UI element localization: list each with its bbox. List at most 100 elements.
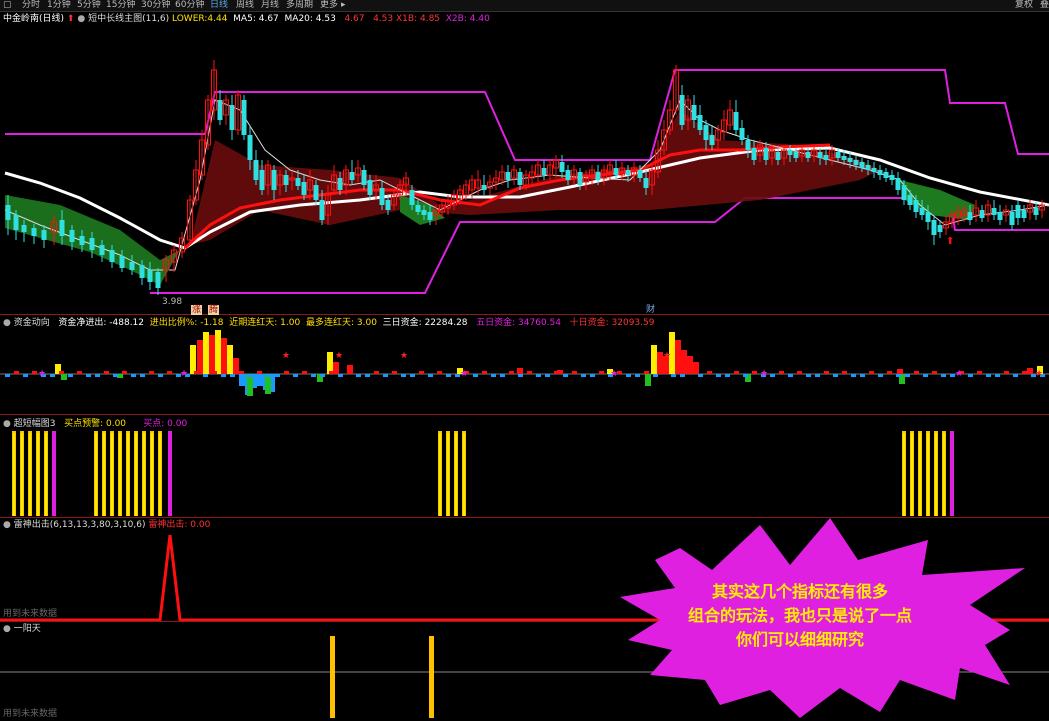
star-icon: ★ <box>38 369 46 379</box>
candle-body-down <box>283 175 289 185</box>
fund-bar-small <box>977 371 982 374</box>
fund-bar <box>239 374 245 386</box>
buy-arrow-icon: ⬆ <box>946 236 954 247</box>
fund-bar <box>681 350 687 374</box>
candle-body-down <box>361 170 367 185</box>
settings-dot-icon[interactable]: ● <box>3 624 11 634</box>
fund-bar-small <box>1013 374 1018 377</box>
callout-line-1: 其实这几个指标还有很多 <box>711 582 888 601</box>
oversold-panel-title[interactable]: 超短幅图3 <box>14 419 56 429</box>
fund-bar <box>517 368 523 374</box>
candle-body-down <box>919 208 925 215</box>
candle-body-down <box>129 262 135 270</box>
three-day-label: 三日资金: <box>382 318 422 328</box>
candle-body-down <box>349 172 355 180</box>
fund-bar-small <box>257 371 262 374</box>
fund-bar-small <box>446 374 451 377</box>
fund-bar-small <box>302 371 307 374</box>
candle-body-down <box>541 168 547 175</box>
fund-panel-title[interactable]: 资金动向 <box>14 318 50 328</box>
signal-bar-inner <box>37 433 39 516</box>
fund-bar-small <box>1004 371 1009 374</box>
candle-body-down <box>21 225 27 232</box>
candle-body-down <box>883 172 889 178</box>
candle-body-down <box>119 256 125 268</box>
fund-bar <box>190 345 196 374</box>
separator-fund <box>0 414 1049 415</box>
candle-body-down <box>613 168 619 175</box>
candle-body-down <box>877 170 883 175</box>
fund-bar-small <box>779 371 784 374</box>
fund-bar-small <box>1022 371 1027 374</box>
star-icon: ★ <box>760 369 768 379</box>
signal-bar-inner <box>159 433 161 516</box>
settings-dot-icon[interactable]: ● <box>3 520 11 530</box>
fund-bar-small <box>194 371 199 374</box>
candle-body-down <box>751 148 757 160</box>
fund-bar-small <box>284 371 289 374</box>
yang-panel-title[interactable]: 一阳天 <box>14 624 41 634</box>
ratio-label: 进出比例%: <box>149 318 198 328</box>
candle-body-down <box>427 212 433 220</box>
candle-body-down <box>565 170 571 180</box>
candle-body-down <box>763 148 769 160</box>
fund-bar-small <box>500 374 505 377</box>
main-chart-layer: ⬆ <box>4 60 1049 295</box>
star-icon: ★ <box>335 351 343 361</box>
star-icon: ★ <box>1035 369 1043 379</box>
candle-body-down <box>1021 210 1027 218</box>
fund-bar-small <box>212 371 217 374</box>
fund-bar <box>227 345 233 374</box>
candle-body-down <box>691 105 697 120</box>
fund-bar-small <box>383 374 388 377</box>
fund-bar <box>221 338 227 374</box>
fund-bar-small <box>401 374 406 377</box>
fund-bar-small <box>410 374 415 377</box>
candle-body-down <box>835 152 841 158</box>
fund-bar <box>327 352 333 374</box>
fund-bar-small <box>248 374 253 377</box>
star-icon: ★ <box>663 351 671 361</box>
signal-bar-inner <box>447 433 449 516</box>
candle-body-down <box>59 220 65 236</box>
fund-bar-small <box>140 374 145 377</box>
candle-body-down <box>31 228 37 236</box>
fund-bar-small <box>68 374 73 377</box>
signal-bar <box>52 431 56 516</box>
fund-bar-small <box>968 374 973 377</box>
signal-bar-inner <box>455 433 457 516</box>
fund-bar-small <box>149 371 154 374</box>
star-icon: ★ <box>460 369 468 379</box>
fund-bar-small <box>473 374 478 377</box>
signal-bar-inner <box>135 433 137 516</box>
fund-bar-small <box>95 374 100 377</box>
recent-red-label: 近期连红天: <box>229 318 278 328</box>
fund-bar-small <box>716 374 721 377</box>
fund-bar-small <box>671 374 676 377</box>
fund-bar <box>897 369 903 374</box>
fund-bar-small <box>914 371 919 374</box>
fund-bar-small <box>239 371 244 374</box>
event-marker-3[interactable]: 财 <box>646 305 655 315</box>
thunder-panel-header: ● 雷神出击(6,13,13,3,80,3,10,6) 雷神出击: 0.00 <box>3 520 210 530</box>
candle-body-down <box>415 205 421 212</box>
oversold-chart-layer <box>12 431 954 516</box>
signal-bar-inner <box>103 433 105 516</box>
event-marker-1[interactable]: 涨 <box>191 305 203 315</box>
thunder-panel-title[interactable]: 雷神出击(6,13,13,3,80,3,10,6) <box>14 520 146 530</box>
fund-bar-small <box>275 374 280 377</box>
fund-bar-small <box>338 374 343 377</box>
fund-bar-small <box>518 374 523 377</box>
fund-bar-small <box>896 374 901 377</box>
event-marker-2[interactable]: 腾 <box>208 305 220 315</box>
candle-body-down <box>595 172 601 180</box>
signal-bar-inner <box>95 433 97 516</box>
fund-bar-small <box>23 374 28 377</box>
settings-dot-icon[interactable]: ● <box>3 318 11 328</box>
yang-bar <box>330 636 335 718</box>
fund-bar-small <box>788 374 793 377</box>
candle-body-down <box>709 135 715 145</box>
settings-dot-icon[interactable]: ● <box>3 419 11 429</box>
candle-body-down <box>385 200 391 210</box>
fund-bar-small <box>50 374 55 377</box>
